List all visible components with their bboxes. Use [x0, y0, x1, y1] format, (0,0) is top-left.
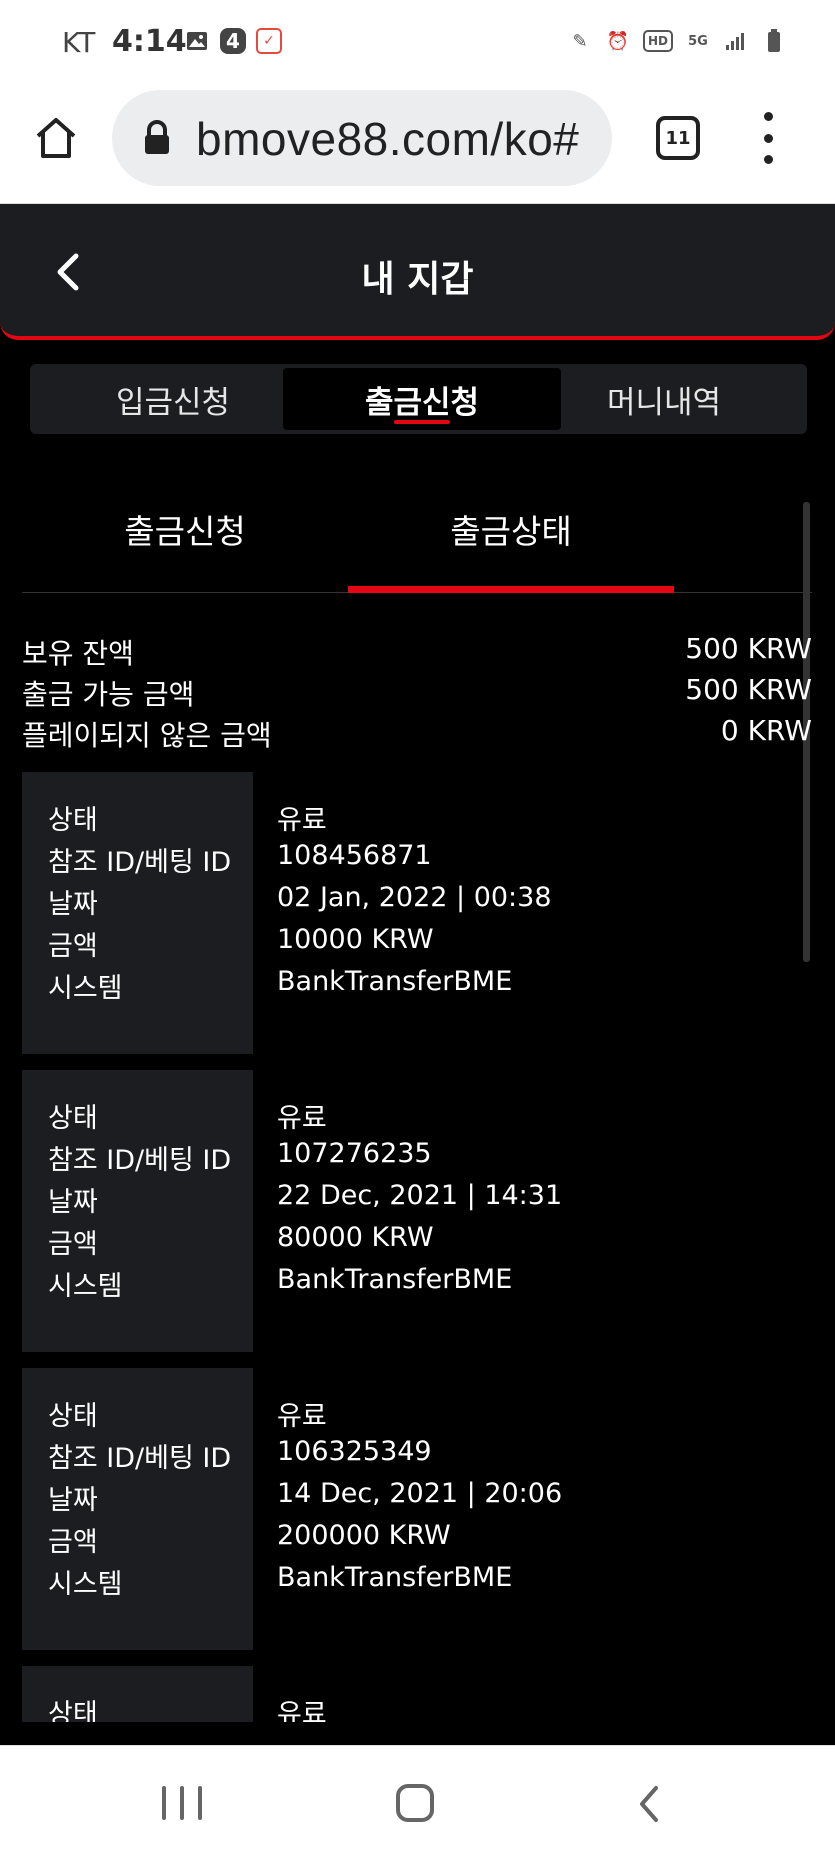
- date-value: 14 Dec, 2021 | 20:06: [277, 1478, 563, 1509]
- active-tab-indicator: [394, 420, 450, 424]
- tab-label: 입금신청: [115, 384, 231, 421]
- alarm-icon: ⏰: [606, 30, 630, 52]
- system-icons: ✎ ⏰ HD 5G: [567, 28, 787, 54]
- more-options-icon[interactable]: [760, 112, 776, 164]
- ref-id-label: 참조 ID/베팅 ID: [48, 1145, 232, 1176]
- status-value: 유료: [277, 1699, 327, 1722]
- date-label: 날짜: [48, 1485, 98, 1516]
- url-text: bmove88.com/ko#: [196, 113, 580, 165]
- balance-row: 보유 잔액 500 KRW: [22, 632, 812, 673]
- app-header: 내 지갑: [0, 204, 835, 340]
- status-value: 유료: [277, 1401, 327, 1432]
- system-nav-bar: [0, 1745, 835, 1856]
- subtab-label: 출금신청: [124, 512, 246, 551]
- home-button-icon[interactable]: [396, 1784, 434, 1822]
- system-value: BankTransferBME: [277, 1562, 513, 1593]
- withdrawal-list: 상태 참조 ID/베팅 ID 날짜 금액 시스템 유료 108456871 02…: [22, 772, 812, 1722]
- ref-id-value: 106325349: [277, 1436, 432, 1467]
- status-value: 유료: [277, 1103, 327, 1134]
- balance-label: 출금 가능 금액: [22, 678, 195, 711]
- home-icon[interactable]: [32, 114, 80, 162]
- page-title: 내 지갑: [361, 259, 474, 300]
- tab-label: 출금신청: [364, 384, 480, 421]
- amount-label: 금액: [48, 931, 98, 962]
- system-value: BankTransferBME: [277, 1264, 513, 1295]
- ref-id-label: 참조 ID/베팅 ID: [48, 1443, 232, 1474]
- clock: 4:14: [112, 24, 187, 59]
- system-label: 시스템: [48, 973, 123, 1004]
- balance-summary: 보유 잔액 500 KRW 출금 가능 금액 500 KRW 플레이되지 않은 …: [22, 632, 812, 755]
- balance-label: 보유 잔액: [22, 637, 134, 670]
- wallet-tabs: 입금신청 출금신청 머니내역: [30, 364, 807, 434]
- gallery-icon: [184, 28, 210, 54]
- status-value: 유료: [277, 805, 327, 836]
- system-value: BankTransferBME: [277, 966, 513, 997]
- system-back-icon[interactable]: [636, 1784, 662, 1824]
- date-label: 날짜: [48, 889, 98, 920]
- hd-voice-icon: HD: [643, 30, 673, 52]
- calendar-icon: ✓: [256, 28, 282, 54]
- date-label: 날짜: [48, 1187, 98, 1218]
- ref-id-value: 108456871: [277, 840, 432, 871]
- system-label: 시스템: [48, 1569, 123, 1600]
- status-label: 상태: [48, 1401, 98, 1432]
- subtab-label: 출금상태: [450, 512, 572, 551]
- amount-value: 10000 KRW: [277, 924, 434, 955]
- date-value: 02 Jan, 2022 | 00:38: [277, 882, 552, 913]
- battery-icon: [761, 28, 787, 54]
- tab-label: 머니내역: [606, 384, 722, 421]
- withdraw-sub-tabs: 출금신청 출금상태: [22, 470, 812, 594]
- carrier-label: KT: [62, 26, 96, 59]
- notification-icons: 4 ✓: [184, 28, 282, 54]
- amount-value: 80000 KRW: [277, 1222, 434, 1253]
- tab-deposit[interactable]: 입금신청: [34, 368, 312, 430]
- balance-row: 출금 가능 금액 500 KRW: [22, 673, 812, 714]
- amount-label: 금액: [48, 1527, 98, 1558]
- address-bar[interactable]: bmove88.com/ko#: [112, 90, 612, 186]
- balance-value: 500 KRW: [685, 632, 812, 665]
- browser-toolbar: bmove88.com/ko# 11: [0, 82, 835, 204]
- status-bar: KT 4:14 4 ✓ ✎ ⏰ HD 5G: [0, 0, 835, 82]
- system-label: 시스템: [48, 1271, 123, 1302]
- withdrawal-card: 상태 참조 ID/베팅 ID 날짜 금액 시스템 유료 108456871 02…: [22, 772, 812, 1054]
- ref-id-label: 참조 ID/베팅 ID: [48, 847, 232, 878]
- 5g-icon: 5G: [688, 33, 708, 49]
- status-label: 상태: [48, 1103, 98, 1134]
- subtab-withdraw-status[interactable]: 출금상태: [348, 470, 674, 588]
- pen-icon: ✎: [572, 30, 588, 52]
- amount-label: 금액: [48, 1229, 98, 1260]
- withdrawal-card: 상태 참조 ID/베팅 ID 날짜 금액 시스템 유료 106325349 14…: [22, 1368, 812, 1650]
- amount-value: 200000 KRW: [277, 1520, 451, 1551]
- balance-value: 500 KRW: [685, 673, 812, 706]
- withdrawal-card: 상태 참조 ID/베팅 ID 날짜 금액 시스템 유료 107276235 22…: [22, 1070, 812, 1352]
- tab-switcher-button[interactable]: 11: [656, 116, 700, 160]
- recent-apps-icon[interactable]: [162, 1786, 202, 1820]
- tab-money-history[interactable]: 머니내역: [525, 368, 803, 430]
- status-label: 상태: [48, 1699, 98, 1722]
- signal-icon: [723, 28, 749, 54]
- tab-withdraw[interactable]: 출금신청: [283, 368, 561, 430]
- app-badge-icon: 4: [220, 28, 246, 54]
- balance-label: 플레이되지 않은 금액: [22, 719, 272, 752]
- balance-row: 플레이되지 않은 금액 0 KRW: [22, 714, 812, 755]
- date-value: 22 Dec, 2021 | 14:31: [277, 1180, 563, 1211]
- status-label: 상태: [48, 805, 98, 836]
- balance-value: 0 KRW: [720, 714, 812, 747]
- ref-id-value: 107276235: [277, 1138, 432, 1169]
- subtab-withdraw-request[interactable]: 출금신청: [22, 470, 348, 588]
- withdrawal-card: 상태 유료: [22, 1666, 812, 1722]
- active-subtab-indicator: [348, 586, 674, 593]
- lock-icon: [142, 120, 172, 156]
